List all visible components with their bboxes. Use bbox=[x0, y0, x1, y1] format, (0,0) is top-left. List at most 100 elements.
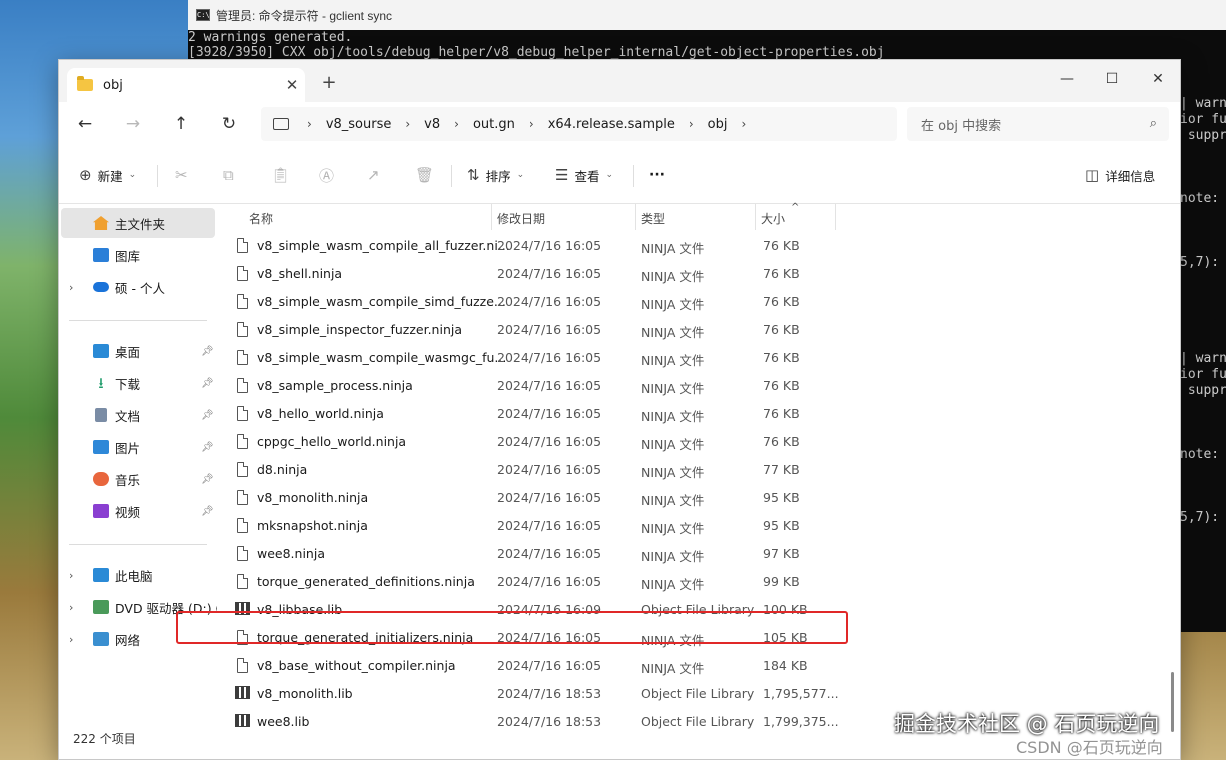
copy-button[interactable]: ⧉ bbox=[223, 163, 234, 187]
chevron-right-icon[interactable]: › bbox=[69, 633, 73, 646]
file-icon bbox=[237, 546, 248, 561]
chevron-right-icon[interactable]: › bbox=[405, 117, 410, 131]
rename-button[interactable]: Ⓐ bbox=[319, 163, 334, 187]
details-pane-button[interactable]: ◫ 详细信息 bbox=[1085, 163, 1155, 187]
chevron-right-icon[interactable]: › bbox=[742, 117, 747, 131]
pin-icon[interactable]: 📌︎ bbox=[201, 442, 214, 453]
file-row[interactable]: v8_hello_world.ninja 2024/7/16 16:05 NINJA… bbox=[235, 400, 815, 428]
pin-icon[interactable]: 📌︎ bbox=[201, 506, 214, 517]
search-input[interactable]: 在 obj 中搜索 ⌕ bbox=[907, 107, 1169, 141]
file-row[interactable]: v8_simple_inspector_fuzzer.ninja 2024/7/1… bbox=[235, 316, 815, 344]
pin-icon[interactable]: 📌︎ bbox=[201, 378, 214, 389]
sidebar-item-music[interactable]: 音乐 📌︎ bbox=[61, 464, 215, 494]
file-type: NINJA 文件 bbox=[641, 241, 705, 256]
sidebar-item-home[interactable]: 主文件夹 bbox=[61, 208, 215, 238]
sort-button[interactable]: ⇅ 排序 ⌄ bbox=[467, 163, 524, 187]
file-type: NINJA 文件 bbox=[641, 549, 705, 564]
file-size: 97 KB bbox=[763, 546, 800, 561]
chevron-right-icon[interactable]: › bbox=[689, 117, 694, 131]
file-row[interactable]: wee8.lib 2024/7/16 18:53 Object File Libra… bbox=[235, 708, 839, 736]
chevron-down-icon: ⌄ bbox=[128, 170, 137, 180]
file-type: NINJA 文件 bbox=[641, 297, 705, 312]
sidebar-item-pictures[interactable]: 图片 📌︎ bbox=[61, 432, 215, 462]
chevron-right-icon[interactable]: › bbox=[69, 601, 73, 614]
column-header-size[interactable]: 大小 bbox=[761, 210, 785, 227]
file-row[interactable]: v8_shell.ninja 2024/7/16 16:05 NINJA 文件 76 … bbox=[235, 260, 815, 288]
chevron-right-icon[interactable]: › bbox=[307, 117, 312, 131]
sidebar-item-documents[interactable]: 文档 📌︎ bbox=[61, 400, 215, 430]
breadcrumb-item[interactable]: obj bbox=[708, 117, 728, 132]
minimize-button[interactable]: — bbox=[1044, 64, 1090, 94]
breadcrumb-item[interactable]: x64.release.sample bbox=[548, 117, 675, 132]
column-divider[interactable] bbox=[755, 204, 756, 230]
column-header-date[interactable]: 修改日期 bbox=[497, 210, 545, 227]
tab-obj[interactable]: obj ✕ bbox=[67, 68, 305, 102]
sidebar-item-downloads[interactable]: ⭳ 下载 📌︎ bbox=[61, 368, 215, 398]
library-file-icon bbox=[235, 714, 250, 727]
file-row[interactable]: d8.ninja 2024/7/16 16:05 NINJA 文件 77 KB bbox=[235, 456, 815, 484]
cut-button[interactable]: ✂ bbox=[175, 163, 188, 187]
file-row[interactable]: v8_simple_wasm_compile_wasmgc_fu... 2024/… bbox=[235, 344, 815, 372]
file-row[interactable]: v8_monolith.lib 2024/7/16 18:53 Object Fil… bbox=[235, 680, 839, 708]
scrollbar[interactable] bbox=[1171, 672, 1174, 732]
delete-button[interactable]: 🗑︎ bbox=[415, 163, 434, 187]
refresh-button[interactable]: ↻ bbox=[215, 112, 243, 136]
console-titlebar[interactable]: C:\ 管理员: 命令提示符 - gclient sync bbox=[188, 0, 1226, 30]
column-header-name[interactable]: 名称 bbox=[249, 210, 273, 227]
view-button[interactable]: ☰ 查看 ⌄ bbox=[555, 163, 613, 187]
chevron-right-icon[interactable]: › bbox=[69, 281, 73, 294]
chevron-right-icon[interactable]: › bbox=[529, 117, 534, 131]
breadcrumb-item[interactable]: v8 bbox=[424, 117, 440, 132]
file-size: 95 KB bbox=[763, 490, 800, 505]
file-row[interactable]: torque_generated_definitions.ninja 2024/7… bbox=[235, 568, 815, 596]
file-row[interactable]: v8_base_without_compiler.ninja 2024/7/16 … bbox=[235, 652, 815, 680]
file-row[interactable]: v8_sample_process.ninja 2024/7/16 16:05 NI… bbox=[235, 372, 815, 400]
share-button[interactable]: ↗ bbox=[367, 163, 380, 187]
paste-button[interactable]: 📋︎ bbox=[271, 163, 290, 187]
sidebar-item-desktop[interactable]: 桌面 📌︎ bbox=[61, 336, 215, 366]
pin-icon[interactable]: 📌︎ bbox=[201, 346, 214, 357]
chevron-right-icon[interactable]: › bbox=[454, 117, 459, 131]
console-fragment: 5,7): bbox=[1180, 255, 1220, 270]
toolbar-divider bbox=[157, 165, 158, 187]
sidebar-item-onedrive[interactable]: › 硕 - 个人 bbox=[61, 272, 215, 302]
file-name: v8_monolith.ninja bbox=[257, 490, 369, 505]
file-row[interactable]: v8_monolith.ninja 2024/7/16 16:05 NINJA 文件… bbox=[235, 484, 815, 512]
file-row[interactable]: v8_simple_wasm_compile_all_fuzzer.ni... 2… bbox=[235, 232, 815, 260]
pin-icon[interactable]: 📌︎ bbox=[201, 410, 214, 421]
address-bar[interactable]: › v8_sourse › v8 › out.gn › x64.release.… bbox=[261, 107, 897, 141]
console-fragment: note: bbox=[1180, 191, 1220, 206]
search-placeholder: 在 obj 中搜索 bbox=[921, 118, 1002, 134]
chevron-right-icon[interactable]: › bbox=[69, 569, 73, 582]
video-icon bbox=[93, 504, 109, 518]
column-divider[interactable] bbox=[635, 204, 636, 230]
sidebar-item-videos[interactable]: 视频 📌︎ bbox=[61, 496, 215, 526]
file-row[interactable]: mksnapshot.ninja 2024/7/16 16:05 NINJA 文件 9… bbox=[235, 512, 815, 540]
column-divider[interactable] bbox=[491, 204, 492, 230]
file-icon bbox=[237, 294, 248, 309]
home-icon bbox=[93, 216, 109, 230]
more-options-button[interactable]: ··· bbox=[649, 163, 665, 187]
maximize-button[interactable]: ☐ bbox=[1089, 64, 1135, 94]
document-icon bbox=[95, 408, 107, 422]
file-name: v8_hello_world.ninja bbox=[257, 406, 384, 421]
file-row[interactable]: wee8.ninja 2024/7/16 16:05 NINJA 文件 97 KB bbox=[235, 540, 815, 568]
breadcrumb-item[interactable]: v8_sourse bbox=[326, 117, 392, 132]
close-tab-icon[interactable]: ✕ bbox=[279, 76, 305, 94]
new-tab-button[interactable]: + bbox=[317, 72, 341, 93]
breadcrumb-item[interactable]: out.gn bbox=[473, 117, 515, 132]
sidebar-item-this-pc[interactable]: › 此电脑 bbox=[61, 560, 215, 590]
sidebar-item-gallery[interactable]: 图库 bbox=[61, 240, 215, 270]
more-icon: ··· bbox=[649, 167, 665, 183]
console-fragment: ior fu bbox=[1180, 367, 1226, 382]
forward-button[interactable]: → bbox=[119, 112, 147, 136]
pin-icon[interactable]: 📌︎ bbox=[201, 474, 214, 485]
back-button[interactable]: ← bbox=[71, 112, 99, 136]
up-button[interactable]: ↑ bbox=[167, 112, 195, 136]
column-divider[interactable] bbox=[835, 204, 836, 230]
new-button[interactable]: ⊕ 新建 ⌄ bbox=[79, 163, 136, 187]
close-window-button[interactable]: ✕ bbox=[1135, 64, 1180, 94]
file-row[interactable]: cppgc_hello_world.ninja 2024/7/16 16:05 NI… bbox=[235, 428, 815, 456]
file-row[interactable]: v8_simple_wasm_compile_simd_fuzze... 2024… bbox=[235, 288, 815, 316]
column-header-type[interactable]: 类型 bbox=[641, 210, 665, 227]
